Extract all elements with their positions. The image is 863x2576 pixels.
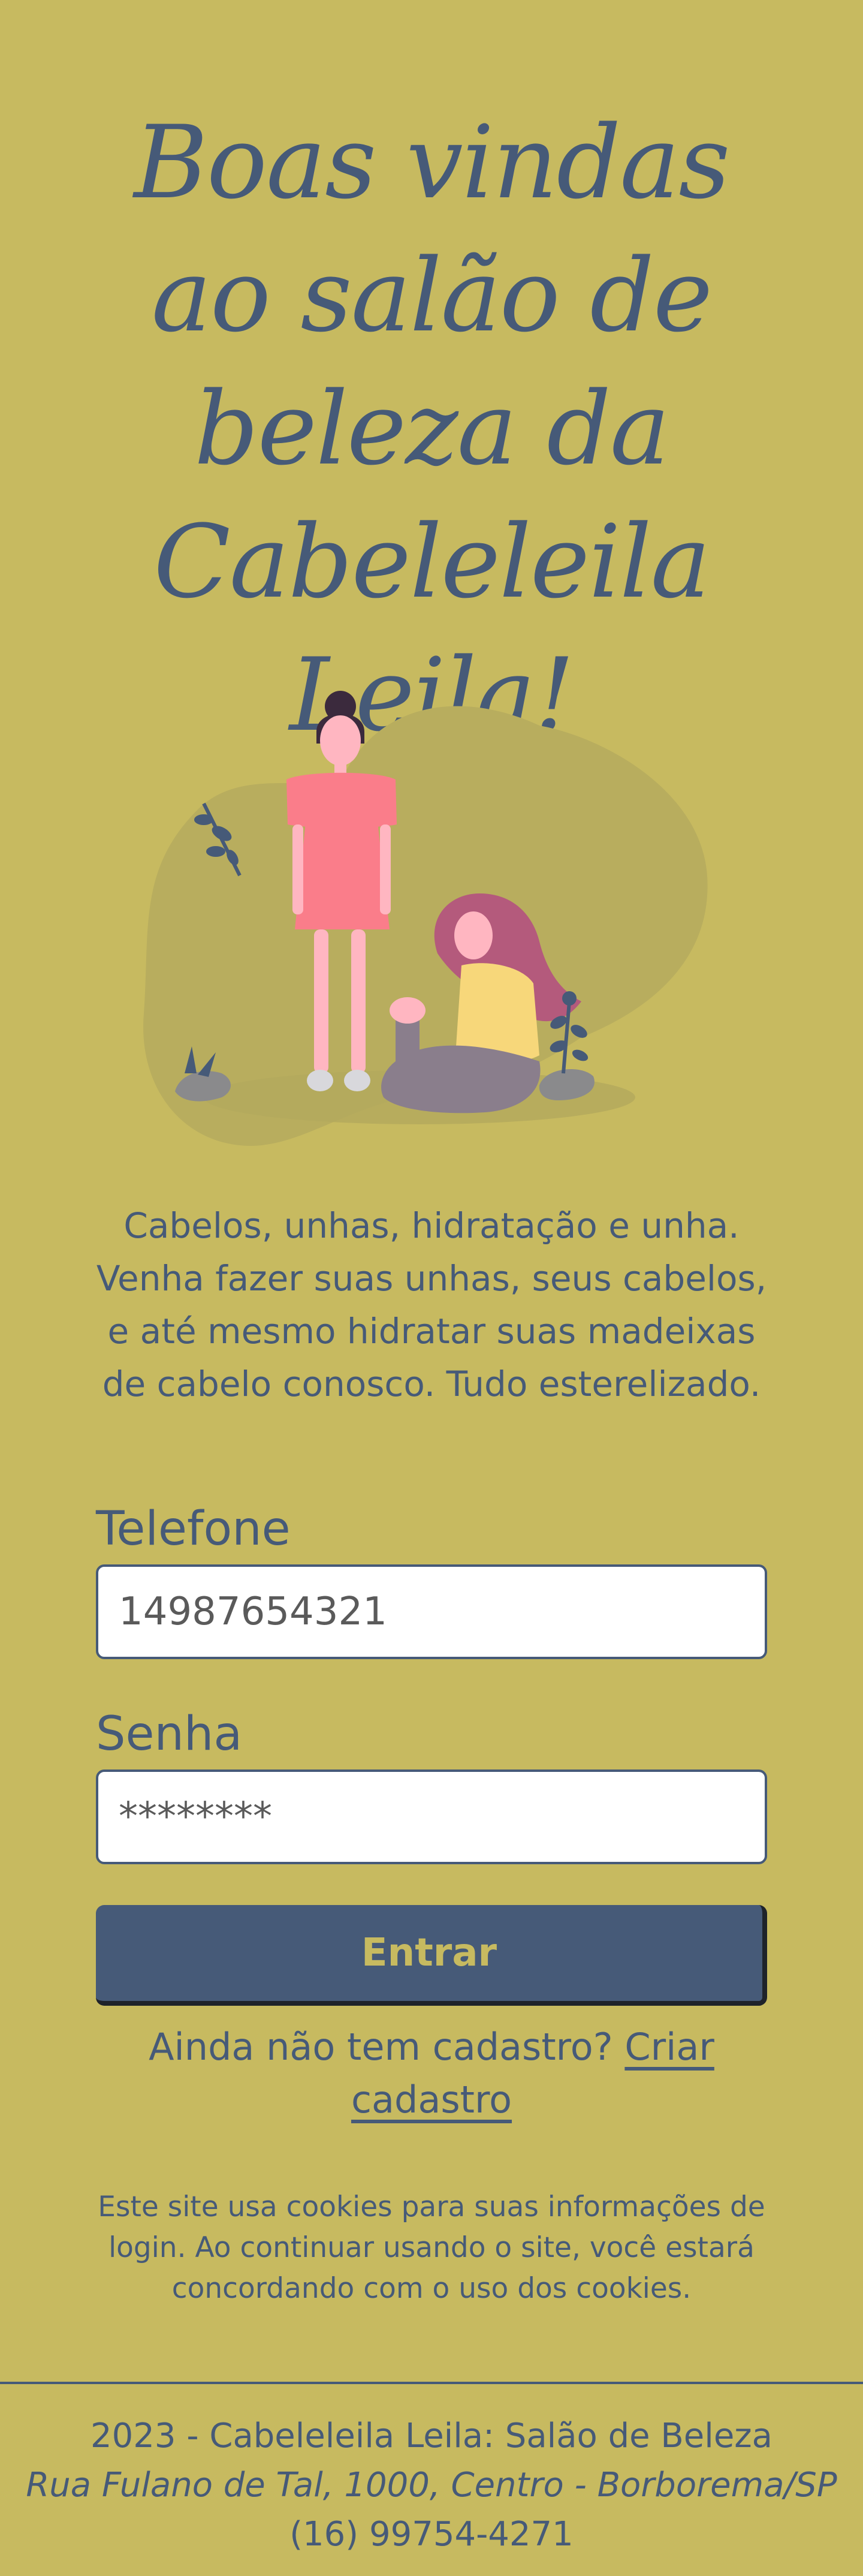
footer: 2023 - Cabeleleila Leila: Salão de Belez… — [0, 2382, 863, 2576]
footer-copyright: 2023 - Cabeleleila Leila: Salão de Belez… — [90, 2416, 773, 2455]
password-input[interactable]: ******** — [96, 1770, 767, 1864]
intro-text: Cabelos, unhas, hidratação e unha. Venha… — [96, 1205, 767, 1404]
women-salon-illustration-icon — [143, 691, 708, 1146]
cookie-notice: Este site usa cookies para suas informaç… — [98, 2190, 765, 2305]
login-button[interactable]: Entrar — [96, 1905, 767, 2006]
footer-phone: (16) 99754-4271 — [289, 2515, 574, 2554]
signup-prompt: Ainda não tem cadastro? Criar cadastro — [90, 2021, 773, 2126]
page-title: Boas vindas ao salão de beleza da Cabele… — [134, 104, 730, 754]
phone-value: 14987654321 — [119, 1590, 387, 1634]
signup-prompt-text: Ainda não tem cadastro? — [149, 2025, 613, 2069]
password-label: Senha — [96, 1707, 243, 1761]
page: Boas vindas ao salão de beleza da Cabele… — [0, 0, 863, 2574]
phone-input[interactable]: 14987654321 — [96, 1564, 767, 1659]
password-value: ******** — [119, 1795, 272, 1839]
login-form: Telefone 14987654321 Senha ******** Entr… — [96, 1496, 767, 2006]
footer-address: Rua Fulano de Tal, 1000, Centro - Borbor… — [26, 2466, 837, 2505]
phone-label: Telefone — [96, 1502, 291, 1556]
